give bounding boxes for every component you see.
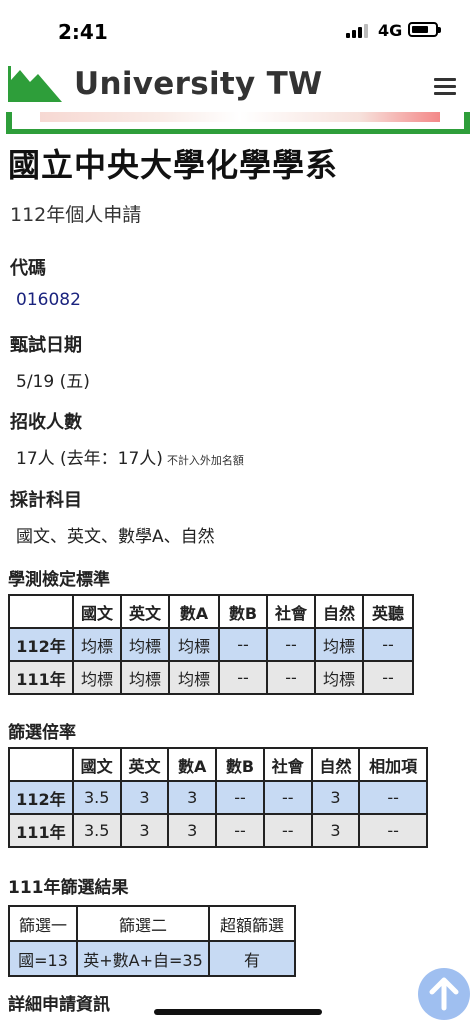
table-header: 超額篩選 <box>208 905 296 942</box>
page-title: 國立中央大學化學學系 <box>8 146 339 184</box>
table-corner <box>8 594 74 629</box>
brand-name[interactable]: University TW <box>74 66 323 102</box>
table-cell: -- <box>362 660 414 695</box>
exam-date-label: 甄試日期 <box>10 335 82 356</box>
table-header: 篩選一 <box>8 905 78 942</box>
code-value[interactable]: 016082 <box>16 290 81 310</box>
ratios-label: 篩選倍率 <box>8 723 76 743</box>
page-subtitle: 112年個人申請 <box>10 204 142 226</box>
table-row: 111年 3.5 3 3 -- -- 3 -- <box>8 813 428 848</box>
table-cell: 英+數A+自=35 <box>76 940 210 977</box>
table-row: 國=13 英+數A+自=35 有 <box>8 940 296 977</box>
table-header: 社會 <box>266 594 316 629</box>
row-year: 112年 <box>8 780 74 815</box>
table-cell: -- <box>266 660 316 695</box>
table-cell: -- <box>215 780 265 815</box>
table-header: 數A <box>167 747 218 782</box>
table-row: 112年 3.5 3 3 -- -- 3 -- <box>8 780 428 815</box>
table-header: 數A <box>168 594 220 629</box>
battery-icon <box>408 22 441 37</box>
ratios-table: 國文 英文 數A 數B 社會 自然 相加項 112年 3.5 3 3 -- --… <box>8 747 428 848</box>
table-cell: 均標 <box>168 627 220 662</box>
arrow-up-icon <box>429 977 459 1011</box>
home-indicator[interactable] <box>154 1009 322 1015</box>
table-cell: 均標 <box>120 660 170 695</box>
table-cell: 3 <box>119 813 170 848</box>
scroll-to-top-button[interactable] <box>418 968 470 1020</box>
status-time: 2:41 <box>58 20 108 44</box>
table-cell: -- <box>262 780 313 815</box>
enrollment-label: 招收人數 <box>10 412 82 433</box>
enrollment-count: 17人 (去年：17人) <box>16 449 163 469</box>
table-cell: 3 <box>310 813 361 848</box>
table-cell: 均標 <box>314 660 364 695</box>
table-header: 英聽 <box>362 594 414 629</box>
site-header: University TW <box>0 62 474 116</box>
status-bar: 2:41 4G <box>0 0 474 62</box>
results-table: 篩選一 篩選二 超額篩選 國=13 英+數A+自=35 有 <box>8 905 296 977</box>
table-cell: 均標 <box>314 627 364 662</box>
signal-icon <box>346 24 372 38</box>
subjects-value: 國文、英文、數學A、自然 <box>16 527 215 547</box>
table-header: 英文 <box>120 594 170 629</box>
table-header: 數B <box>215 747 265 782</box>
table-cell: -- <box>218 627 268 662</box>
table-cell: -- <box>362 627 414 662</box>
row-year: 111年 <box>8 660 74 695</box>
table-header: 英文 <box>119 747 170 782</box>
network-type: 4G <box>378 21 403 40</box>
code-link[interactable]: 016082 <box>16 290 81 310</box>
row-year: 111年 <box>8 813 74 848</box>
table-cell: 有 <box>208 940 296 977</box>
table-row: 112年 均標 均標 均標 -- -- 均標 -- <box>8 627 414 662</box>
standards-table: 國文 英文 數A 數B 社會 自然 英聽 112年 均標 均標 均標 -- --… <box>8 594 414 695</box>
exam-date-value: 5/19 (五) <box>16 372 90 392</box>
table-cell: -- <box>266 627 316 662</box>
enrollment-note: 不計入外加名額 <box>166 454 244 467</box>
table-cell: 3 <box>310 780 361 815</box>
table-header: 社會 <box>262 747 313 782</box>
table-header: 自然 <box>310 747 361 782</box>
table-cell: 均標 <box>72 660 122 695</box>
table-cell: -- <box>215 813 265 848</box>
mountain-logo-icon[interactable] <box>8 66 62 102</box>
table-row: 111年 均標 均標 均標 -- -- 均標 -- <box>8 660 414 695</box>
table-cell: -- <box>358 813 428 848</box>
results-label: 111年篩選結果 <box>8 878 129 898</box>
code-label: 代碼 <box>10 258 46 279</box>
table-cell: 3 <box>167 813 218 848</box>
table-cell: 均標 <box>168 660 220 695</box>
row-year: 112年 <box>8 627 74 662</box>
table-cell: 均標 <box>120 627 170 662</box>
table-cell: -- <box>262 813 313 848</box>
table-cell: 3 <box>119 780 170 815</box>
table-header: 自然 <box>314 594 364 629</box>
table-cell: 3.5 <box>71 813 122 848</box>
detail-info-label: 詳細申請資訊 <box>8 995 110 1015</box>
table-cell: 國=13 <box>8 940 78 977</box>
subjects-label: 採計科目 <box>10 490 82 511</box>
table-header: 國文 <box>72 594 122 629</box>
table-header: 國文 <box>71 747 122 782</box>
ad-banner[interactable] <box>6 112 470 134</box>
table-header: 相加項 <box>358 747 428 782</box>
standards-label: 學測檢定標準 <box>8 570 110 590</box>
table-cell: -- <box>358 780 428 815</box>
table-cell: 3.5 <box>71 780 122 815</box>
enrollment-value: 17人 (去年：17人) 不計入外加名額 <box>16 444 244 469</box>
table-header: 數B <box>218 594 268 629</box>
table-cell: 3 <box>167 780 218 815</box>
table-corner <box>8 747 74 782</box>
table-header: 篩選二 <box>76 905 210 942</box>
table-cell: -- <box>218 660 268 695</box>
hamburger-menu-icon[interactable] <box>434 78 456 96</box>
table-cell: 均標 <box>72 627 122 662</box>
